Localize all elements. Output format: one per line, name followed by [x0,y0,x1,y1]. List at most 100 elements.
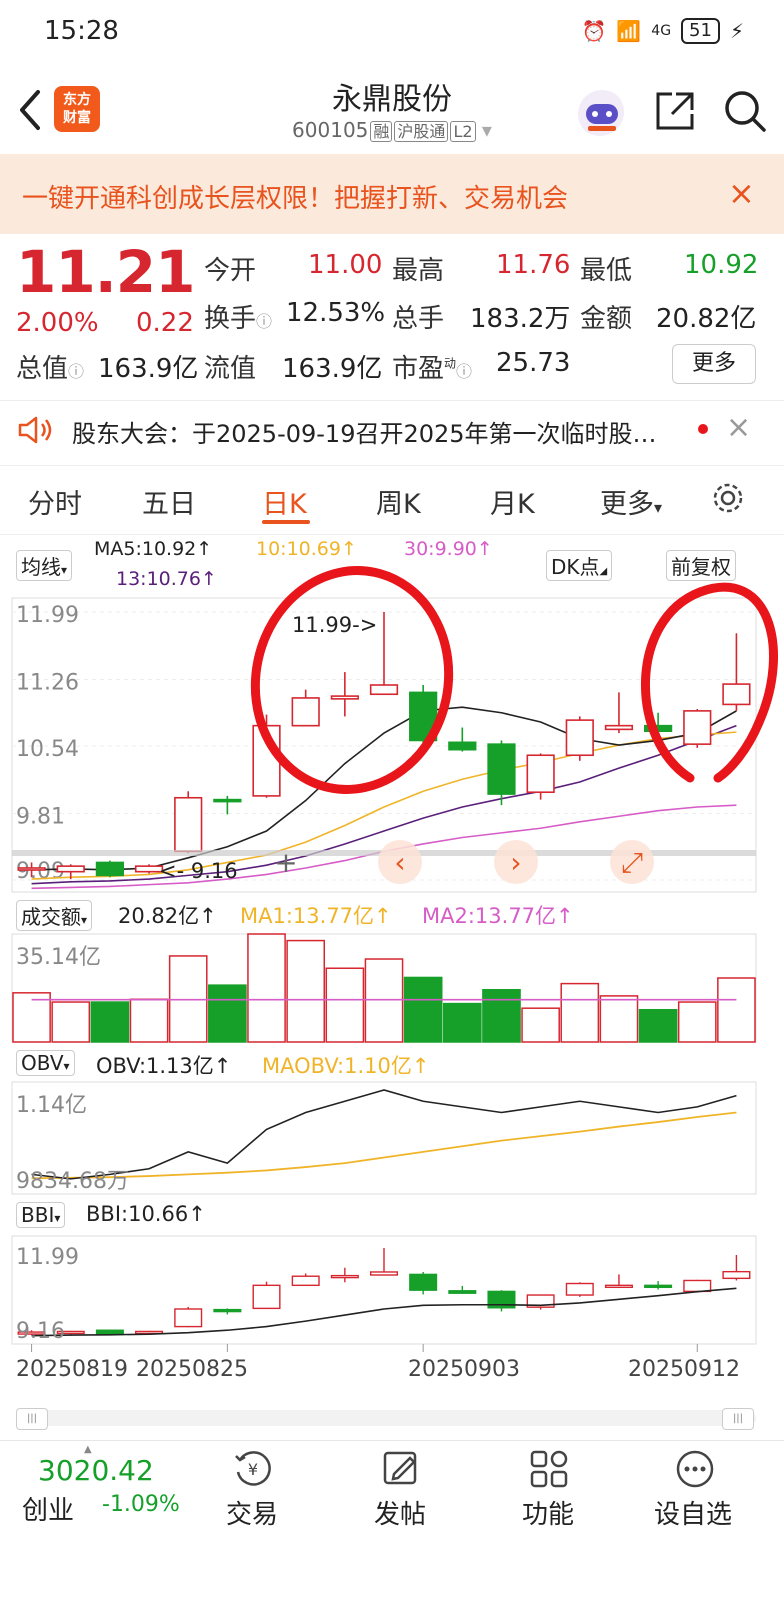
trade-yen-icon[interactable]: ¥ [232,1448,274,1490]
current-price: 11.21 [16,238,195,306]
status-bar: 15:28 ⏰ 📶 4G 51 ⚡ [0,0,784,68]
candle-up [526,754,555,794]
tab-monthly-k[interactable]: 月K [490,482,535,521]
index-value[interactable]: 3020.42 [38,1454,154,1487]
open-value: 11.00 [308,250,383,280]
candle-up [17,867,46,871]
scroll-handle-left[interactable]: ||| [16,1408,48,1430]
date-label: 20250903 [408,1357,520,1382]
announcement-text[interactable]: 股东大会：于2025-09-19召开2025年第一次临时股… [72,414,657,449]
bbi-line [31,1287,737,1337]
index-change: -1.09% [102,1492,180,1517]
volume-bar [247,933,286,1043]
tab-five-day[interactable]: 五日 [142,482,196,521]
volume-bar [51,1001,91,1043]
volume-bar [560,982,600,1043]
bbi-candle-down [409,1273,438,1291]
candle-up [174,796,203,853]
volume-bar [717,977,756,1043]
post-edit-icon[interactable] [380,1448,422,1490]
tag-connect: 沪股通 [394,121,449,142]
announcement-close-icon[interactable]: × [726,410,751,445]
battery-icon: 51 [681,18,720,44]
high-label: 最高 [392,256,445,286]
bbi-candle-up [604,1284,633,1289]
price-tick-label: 10.54 [16,737,79,762]
status-time: 15:28 [44,16,119,46]
svg-text:¥: ¥ [248,1460,258,1479]
network-label: 4G [651,23,672,39]
charging-icon: ⚡ [729,19,744,43]
volume-bar [208,984,247,1043]
scroll-right-icon: › [510,846,521,879]
dropdown-triangle-icon: ▾ [481,118,492,142]
crosshair-icon: + [274,846,297,879]
volume-bar [364,958,404,1043]
volume-bar [442,1002,482,1043]
market-cap-label[interactable]: 总值ⓘ [16,348,84,385]
maobv-line [31,1111,737,1180]
more-quote-button[interactable]: 更多 [672,344,756,384]
volume-value: 183.2万 [470,304,571,334]
candle-down [448,741,477,751]
price-tick-label: 11.26 [16,670,79,695]
tab-intraday[interactable]: 分时 [28,482,82,521]
high-annotation: 11.99-> [292,613,377,637]
scroll-left-icon: ‹ [394,846,405,879]
speaker-icon [18,416,52,444]
float-cap-value: 163.9亿 [282,354,383,384]
volume-bar [129,998,169,1043]
candle-up [369,684,399,696]
promo-banner-text[interactable]: 一键开通科创成长层权限！把握打新、交易机会 [22,178,568,215]
obv-top-label: 1.14亿 [16,1093,87,1118]
low-value: 10.92 [684,250,759,280]
banner-close-icon[interactable]: × [728,174,755,212]
nav-trade-label[interactable]: 交易 [226,1494,278,1531]
price-tick-label: 9.81 [16,804,65,829]
functions-grid-icon[interactable] [528,1448,570,1490]
bbi-candle-down [644,1284,673,1289]
nav-functions-label[interactable]: 功能 [522,1494,574,1531]
assistant-robot-icon[interactable] [576,88,624,136]
bbi-candle-down [448,1290,477,1294]
more-options-icon[interactable] [674,1448,716,1490]
pe-label[interactable]: 市盈动ⓘ [392,348,472,385]
nav-post-label[interactable]: 发帖 [374,1494,426,1531]
candle-up [291,697,320,727]
candle-up [565,719,594,757]
candle-up [330,695,359,700]
nav-watchlist-label[interactable]: 设自选 [654,1494,732,1531]
volume-bar [482,989,521,1043]
open-label: 今开 [204,256,257,286]
amount-label: 金额 [580,304,633,334]
pe-dynamic-mark: 动 [444,356,457,371]
bbi-bottom-label: 9.16 [16,1319,65,1344]
chart-scroll-track[interactable] [16,1410,756,1426]
tab-weekly-k[interactable]: 周K [376,482,421,521]
gear-icon[interactable] [710,480,746,516]
candle-down [487,743,516,795]
bbi-candle-up [291,1275,320,1287]
alarm-icon: ⏰ [581,19,607,43]
scroll-handle-right[interactable]: ||| [722,1408,754,1430]
stock-code: 600105 [292,118,369,142]
candle-up [722,683,751,706]
market-cap-value: 163.9亿 [98,354,199,384]
search-icon[interactable] [722,88,766,132]
change-amount: 0.22 [136,308,194,338]
tab-more[interactable]: 更多▾ [600,482,662,521]
wifi-icon: 📶 [616,19,642,43]
pe-value: 25.73 [496,348,571,378]
bbi-candle-up [565,1282,594,1296]
share-icon[interactable] [654,90,694,130]
index-name[interactable]: 创业 [22,1490,74,1527]
tag-level2: L2 [450,121,476,142]
tab-daily-k[interactable]: 日K [262,482,307,521]
bbi-candle-up [722,1270,751,1280]
tag-margin: 融 [370,121,393,142]
status-icons: ⏰ 📶 4G 51 ⚡ [581,18,744,44]
index-up-arrow-icon: ▲ [84,1444,92,1455]
turnover-label[interactable]: 换手ⓘ [204,298,272,335]
kline-chart[interactable]: 11.9911.2610.549.819.0911.99-><- 9.16 + ‹ ›… [0,540,784,1440]
volume-label: 总手 [392,304,445,334]
